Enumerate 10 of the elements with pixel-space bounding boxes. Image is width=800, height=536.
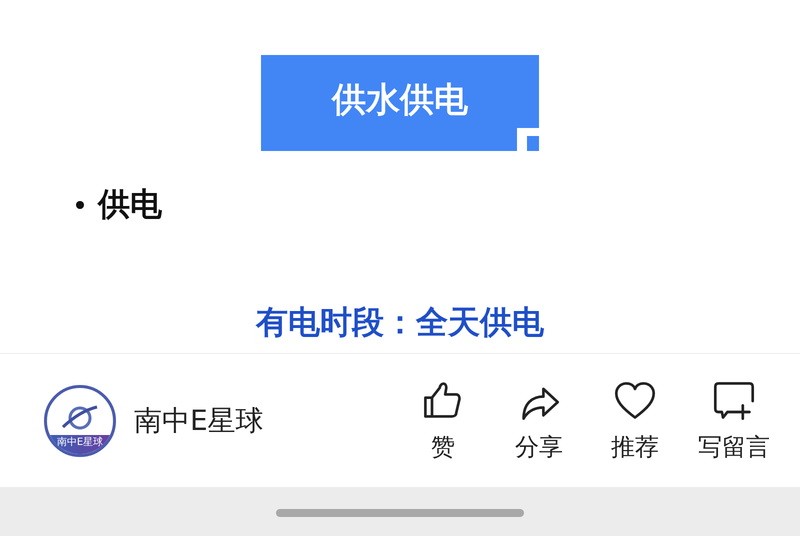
action-label[interactable]: 推荐 (611, 430, 659, 462)
notice-text: 有电时段：全天供电 (256, 302, 544, 343)
section-heading: 供水供电 (261, 55, 539, 151)
bullet-text: 供电 (98, 184, 162, 225)
bullet-dot (76, 201, 84, 209)
account-name[interactable]: 南中E星球 (134, 402, 264, 440)
action-label[interactable]: 写留言 (698, 430, 770, 462)
action-label[interactable]: 赞 (431, 430, 455, 462)
account-logo[interactable]: 南中E星球 (44, 384, 116, 456)
action-label[interactable]: 分享 (515, 430, 563, 462)
